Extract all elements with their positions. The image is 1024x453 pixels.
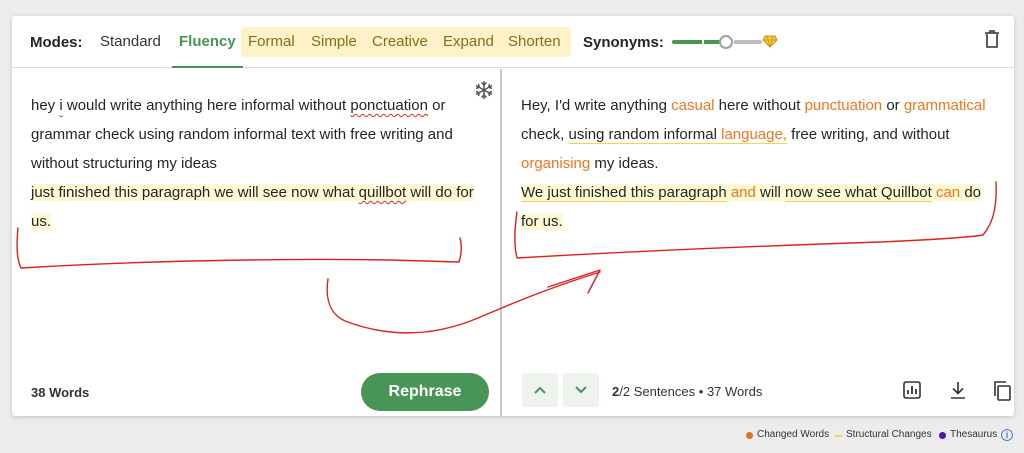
rephrase-button[interactable]: Rephrase: [361, 373, 489, 411]
structural-change[interactable]: now see what Quillbot: [785, 184, 932, 202]
chevron-up-icon: [534, 386, 546, 394]
input-text[interactable]: hey i would write anything here informal…: [31, 91, 486, 236]
synonyms-label: Synonyms:: [583, 34, 664, 51]
next-sentence-button[interactable]: [563, 373, 599, 407]
changed-words-dot: [746, 432, 753, 439]
input-pane[interactable]: hey i would write anything here informal…: [12, 69, 500, 416]
text-fragment: using random informal: [568, 126, 717, 143]
output-pane[interactable]: Hey, I'd write anything casual here with…: [502, 69, 1014, 416]
mode-standard[interactable]: Standard: [93, 26, 168, 58]
mode-expand[interactable]: Expand: [436, 26, 501, 58]
sentence-total: /2 Sentences: [619, 384, 696, 399]
text-fragment: check,: [521, 126, 569, 143]
slider-fill: [672, 40, 726, 44]
chevron-down-icon: [575, 386, 587, 394]
stats-icon[interactable]: [902, 380, 922, 400]
toolbar: Modes: Standard Fluency Formal Simple Cr…: [12, 16, 1014, 68]
changed-word[interactable]: and: [731, 184, 756, 201]
text-fragment: Hey, I'd write anything: [521, 97, 672, 114]
modes-label: Modes:: [30, 34, 83, 51]
active-sentence: just finished this paragraph we will see…: [31, 184, 474, 230]
text-fragment: would write anything here informal witho…: [62, 97, 351, 114]
changed-word[interactable]: organising: [521, 155, 590, 172]
legend-structural-changes: Structural Changes: [846, 429, 932, 440]
thesaurus-dot: [939, 432, 946, 439]
legend-thesaurus: Thesaurus: [950, 429, 998, 440]
legend-changed-words: Changed Words: [757, 429, 830, 440]
changed-word[interactable]: punctuation: [805, 97, 883, 114]
output-text[interactable]: Hey, I'd write anything casual here with…: [521, 91, 991, 236]
structural-change[interactable]: using random informal language,: [568, 126, 788, 144]
changed-word[interactable]: grammatical: [904, 97, 986, 114]
structural-changes-dash: [835, 435, 842, 437]
download-icon[interactable]: [948, 380, 968, 400]
input-word-count: 38 Words: [31, 385, 90, 400]
separator: •: [698, 384, 704, 399]
spelling-error[interactable]: quillbot: [359, 184, 407, 201]
mode-simple[interactable]: Simple: [304, 26, 364, 58]
changed-word[interactable]: can: [936, 184, 960, 201]
text-fragment: hey: [31, 97, 60, 114]
diamond-icon: [762, 35, 778, 49]
changed-word[interactable]: casual: [671, 97, 714, 114]
info-icon[interactable]: i: [1001, 429, 1013, 441]
changed-word[interactable]: language,: [721, 126, 787, 143]
copy-icon[interactable]: [992, 380, 1012, 402]
text-fragment: or: [882, 97, 904, 114]
mode-formal[interactable]: Formal: [241, 26, 302, 58]
text-fragment: here without: [714, 97, 805, 114]
mode-fluency[interactable]: Fluency: [172, 26, 243, 68]
structural-change[interactable]: We just finished this paragraph: [521, 184, 727, 202]
text-fragment: will: [755, 184, 786, 201]
text-fragment: just finished this paragraph we will see…: [31, 184, 359, 201]
sentence-counter: 2/2 Sentences • 37 Words: [612, 384, 762, 399]
mode-creative[interactable]: Creative: [365, 26, 435, 58]
output-sentence-2[interactable]: We just finished this paragraph and will…: [521, 184, 982, 230]
slider-handle[interactable]: [719, 35, 733, 49]
output-word-count: 37 Words: [706, 384, 763, 399]
spelling-error[interactable]: ponctuation: [350, 97, 428, 114]
text-fragment: my ideas.: [590, 155, 659, 172]
mode-shorten[interactable]: Shorten: [501, 26, 568, 58]
output-sentence-1[interactable]: Hey, I'd write anything casual here with…: [521, 97, 986, 172]
paraphraser-card: Modes: Standard Fluency Formal Simple Cr…: [12, 16, 1014, 416]
synonyms-slider[interactable]: [672, 40, 762, 44]
previous-sentence-button[interactable]: [522, 373, 558, 407]
slider-tick: [702, 40, 704, 44]
text-fragment: free writing, and without: [787, 126, 950, 143]
trash-icon[interactable]: [984, 29, 1000, 49]
